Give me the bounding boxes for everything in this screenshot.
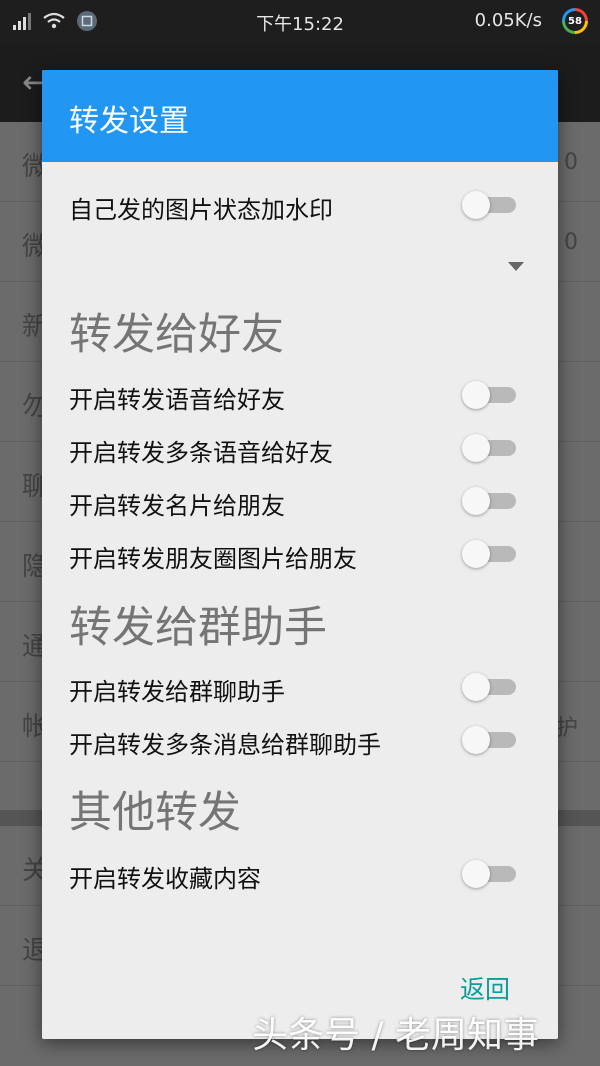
toggle-label: 开启转发名片给朋友 xyxy=(69,492,285,520)
status-bar: 下午15:22 0.05K/s 58 xyxy=(0,0,600,42)
toggle-label: 开启转发朋友圈图片给朋友 xyxy=(69,545,357,573)
toggle-switch[interactable] xyxy=(462,860,518,888)
back-button[interactable]: 返回 xyxy=(460,970,510,1006)
toggle-label: 开启转发给群聊助手 xyxy=(69,678,285,706)
toggle-switch[interactable] xyxy=(462,540,518,568)
toggle-row-forward-group-assistant[interactable]: 开启转发给群聊助手 xyxy=(42,662,558,712)
toggle-switch[interactable] xyxy=(462,487,518,515)
source-watermark: 头条号 / 老周知事 xyxy=(252,1015,540,1056)
toggle-switch[interactable] xyxy=(462,191,518,219)
toggle-switch[interactable] xyxy=(462,726,518,754)
dialog-header: 转发设置 xyxy=(42,70,558,162)
toggle-label: 自己发的图片状态加水印 xyxy=(69,196,333,224)
forward-settings-dialog: 转发设置 自己发的图片状态加水印 转发给好友 开启转发语音给好友 开启转发多条语… xyxy=(42,70,558,1039)
app-badge-icon: 58 xyxy=(562,8,588,34)
dropdown-arrow-icon[interactable] xyxy=(508,262,524,271)
toggle-label: 开启转发多条消息给群聊助手 xyxy=(69,731,381,759)
toggle-row-forward-multiple-messages[interactable]: 开启转发多条消息给群聊助手 xyxy=(42,715,558,765)
toggle-switch[interactable] xyxy=(462,434,518,462)
toggle-label: 开启转发收藏内容 xyxy=(69,865,261,893)
toggle-label: 开启转发多条语音给好友 xyxy=(69,439,333,467)
toggle-row-forward-voice[interactable]: 开启转发语音给好友 xyxy=(42,370,558,420)
dialog-title: 转发设置 xyxy=(69,104,189,139)
toggle-switch[interactable] xyxy=(462,381,518,409)
section-title-forward-to-friends: 转发给好友 xyxy=(69,310,284,360)
toggle-row-forward-favorites[interactable]: 开启转发收藏内容 xyxy=(42,849,558,899)
toggle-row-forward-multiple-voice[interactable]: 开启转发多条语音给好友 xyxy=(42,423,558,473)
badge-count: 58 xyxy=(565,11,585,31)
section-title-forward-to-group-assistant: 转发给群助手 xyxy=(69,603,327,653)
network-speed: 0.05K/s xyxy=(474,10,542,31)
section-title-other-forwarding: 其他转发 xyxy=(69,788,241,838)
toggle-row-image-watermark[interactable]: 自己发的图片状态加水印 xyxy=(42,180,558,230)
toggle-row-forward-moments-image[interactable]: 开启转发朋友圈图片给朋友 xyxy=(42,529,558,579)
toggle-label: 开启转发语音给好友 xyxy=(69,386,285,414)
toggle-switch[interactable] xyxy=(462,673,518,701)
toggle-row-forward-card[interactable]: 开启转发名片给朋友 xyxy=(42,476,558,526)
